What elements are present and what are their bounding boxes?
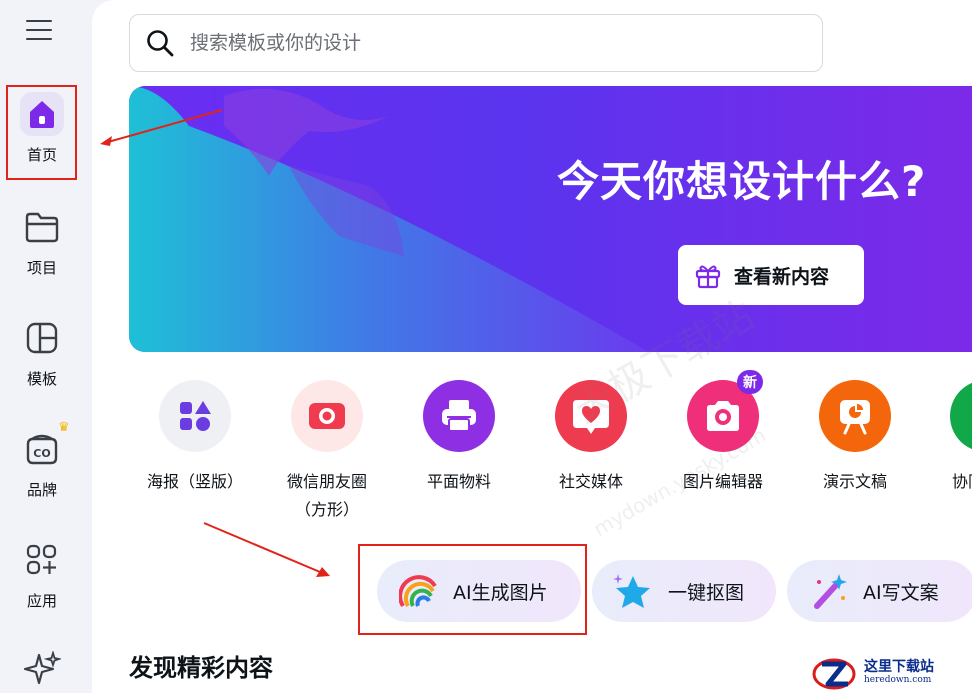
folder-icon [20,205,64,249]
category-label: 协同 [952,472,972,491]
sidebar-item-label: 项目 [26,259,57,277]
search-input[interactable] [188,31,792,55]
chip-label: AI写文案 [863,581,939,604]
ai-copywriting-chip[interactable]: AI写文案 [787,560,972,622]
hero-banner: 今天你想设计什么? 查看新内容 [129,86,972,352]
category-label: 图片编辑器 [682,472,763,491]
sidebar: 首页 项目 模板 ♛ CO 品牌 应用 [0,0,92,693]
printer-icon [423,380,495,452]
category-social-media[interactable]: 社交媒体 [536,380,646,496]
star-icon [612,572,654,610]
sidebar-item-label: 应用 [26,592,57,610]
poster-shapes-icon [159,380,231,452]
sidebar-item-label: 模板 [26,370,57,388]
hamburger-menu-icon[interactable] [26,20,52,44]
background-remover-chip[interactable]: 一键抠图 [592,560,776,622]
sidebar-item-magic[interactable] [6,648,78,692]
svg-text:CO: CO [33,447,50,460]
photo-camera-icon: 新 [687,370,763,452]
category-label: 演示文稿 [822,472,887,491]
sidebar-item-brand[interactable]: CO 品牌 [6,427,78,500]
sidebar-item-projects[interactable]: 项目 [6,205,78,278]
section-title: 发现精彩内容 [129,654,273,682]
sidebar-item-label: 品牌 [26,481,57,499]
main-panel: 今天你想设计什么? 查看新内容 海报（竖版） 微信朋友圈 （方形） 平面物料 社… [92,0,972,693]
rainbow-icon [399,574,439,608]
category-poster[interactable]: 海报（竖版） [140,380,250,496]
magic-sparkle-icon [20,648,64,692]
banner-wave-illustration [129,86,649,352]
whats-new-button[interactable]: 查看新内容 [678,245,864,305]
heart-bubble-icon [555,380,627,452]
watermark-logo-icon [810,652,858,692]
gift-icon [694,261,722,289]
ai-image-generator-chip[interactable]: AI生成图片 [377,560,581,622]
category-photo-editor[interactable]: 新 图片编辑器 [668,370,778,496]
chip-label: AI生成图片 [453,581,548,604]
magic-wand-icon [809,572,849,610]
brand-icon: CO [20,427,64,471]
template-icon [20,316,64,360]
search-icon [146,29,174,57]
category-presentation[interactable]: 演示文稿 [800,380,910,496]
collab-icon [950,380,972,452]
category-wechat-moments[interactable]: 微信朋友圈 （方形） [272,380,382,524]
camera-shutter-icon [291,380,363,452]
banner-title: 今天你想设计什么? [557,157,927,206]
category-label: 微信朋友圈 （方形） [286,472,367,519]
category-collab[interactable]: 协同 [932,380,972,496]
whats-new-label: 查看新内容 [734,265,830,288]
category-label: 社交媒体 [558,472,623,491]
home-icon [20,92,64,136]
category-label: 平面物料 [426,472,491,491]
sidebar-item-apps[interactable]: 应用 [6,538,78,611]
chip-label: 一键抠图 [668,581,745,604]
site-watermark: 这里下载站 heredown.com [810,650,972,693]
watermark-url: heredown.com [864,674,932,685]
search-bar[interactable] [129,14,823,72]
apps-icon [20,538,64,582]
watermark-text: 这里下载站 [864,658,934,675]
new-badge: 新 [737,370,763,394]
sidebar-item-templates[interactable]: 模板 [6,316,78,389]
sidebar-item-home[interactable]: 首页 [6,92,78,165]
category-print[interactable]: 平面物料 [404,380,514,496]
sidebar-item-label: 首页 [26,146,57,164]
presentation-icon [819,380,891,452]
category-label: 海报（竖版） [146,472,243,491]
